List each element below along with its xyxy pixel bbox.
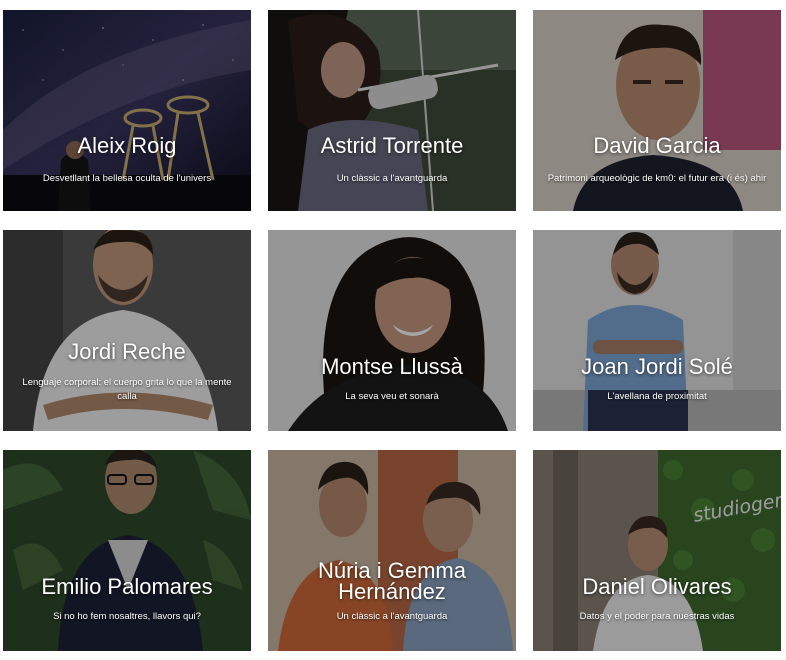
- speaker-tagline: Si no ho fem nosaltres, llavors qui?: [53, 611, 201, 622]
- speaker-card-astrid-torrente[interactable]: Astrid Torrente Un clàssic a l'avantguar…: [268, 10, 516, 211]
- speaker-tagline: Un clàssic a l'avantguarda: [336, 611, 448, 622]
- speaker-card-jordi-reche[interactable]: Jordi Reche Lenguaje corporal: el cuerpo…: [3, 230, 251, 431]
- speaker-card-emilio-palomares[interactable]: Emilio Palomares Si no ho fem nosaltres,…: [3, 450, 251, 651]
- speaker-tagline: L'avellana de proximitat: [607, 391, 707, 402]
- speaker-name: Núria i Gemma Hernández: [318, 558, 466, 604]
- speaker-name: David Garcia: [593, 133, 721, 158]
- speaker-name: Montse Llussà: [321, 354, 463, 379]
- speaker-card-david-garcia[interactable]: David Garcia Patrimoni arqueològic de km…: [533, 10, 781, 211]
- speaker-card-aleix-roig[interactable]: Aleix Roig Desvetllant la bellesa oculta…: [3, 10, 251, 211]
- speaker-tagline: Datos y el poder para nuestras vidas: [579, 611, 735, 622]
- speaker-card-daniel-olivares[interactable]: studiogenesis Daniel Olivares Datos y el…: [533, 450, 781, 651]
- speaker-name: Aleix Roig: [77, 133, 177, 158]
- speaker-name: Joan Jordi Solé: [581, 354, 733, 379]
- speaker-tagline: Desvetllant la bellesa oculta de l'unive…: [42, 173, 212, 184]
- speaker-tagline: Un clàssic a l'avantguarda: [336, 173, 448, 184]
- speaker-name: Jordi Reche: [68, 339, 186, 364]
- speaker-name: Astrid Torrente: [320, 133, 464, 158]
- speaker-tagline: La seva veu et sonarà: [345, 391, 439, 402]
- speaker-tagline: Patrimoni arqueològic de km0: el futur e…: [547, 173, 767, 184]
- speaker-card-montse-llussa[interactable]: Montse Llussà La seva veu et sonarà: [268, 230, 516, 431]
- speaker-name: Daniel Olivares: [582, 574, 732, 599]
- speaker-tagline: Lenguaje corporal: el cuerpo grita lo qu…: [22, 377, 232, 402]
- speaker-card-nuria-i-gemma-hernandez[interactable]: Núria i Gemma Hernández Un clàssic a l'a…: [268, 450, 516, 651]
- speaker-name: Emilio Palomares: [41, 574, 213, 599]
- speaker-card-joan-jordi-sole[interactable]: Joan Jordi Solé L'avellana de proximitat: [533, 230, 781, 431]
